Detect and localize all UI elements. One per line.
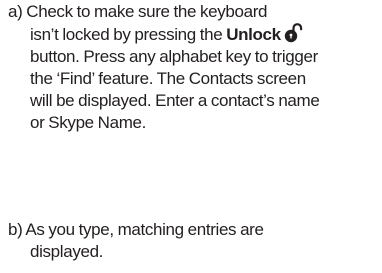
step-b-line-2: displayed. — [30, 242, 104, 261]
instructions-page: a) Check to make sure the keyboard isn’t… — [0, 0, 382, 273]
step-a-line-4: the ‘Find’ feature. The Contacts screen — [30, 69, 306, 88]
step-b-line-1: b) As you type, matching entries are — [8, 220, 264, 239]
step-a-line-5: will be displayed. Enter a contact’s nam… — [30, 91, 320, 110]
unlock-button-label: Unlock — [226, 25, 281, 44]
step-a-line-1: a) Check to make sure the keyboard — [8, 2, 268, 21]
step-a-line-6: or Skype Name. — [30, 113, 146, 132]
step-a-line-3: button. Press any alphabet key to trigge… — [30, 47, 318, 66]
step-a: a) Check to make sure the keyboard isn’t… — [8, 1, 348, 134]
step-a-line-2: isn’t locked by pressing the Unlock — [8, 23, 348, 46]
step-b: b) As you type, matching entries are dis… — [8, 219, 348, 263]
step-a-line-2-text: isn’t locked by pressing the — [30, 25, 227, 44]
unlock-padlock-icon — [283, 23, 303, 43]
